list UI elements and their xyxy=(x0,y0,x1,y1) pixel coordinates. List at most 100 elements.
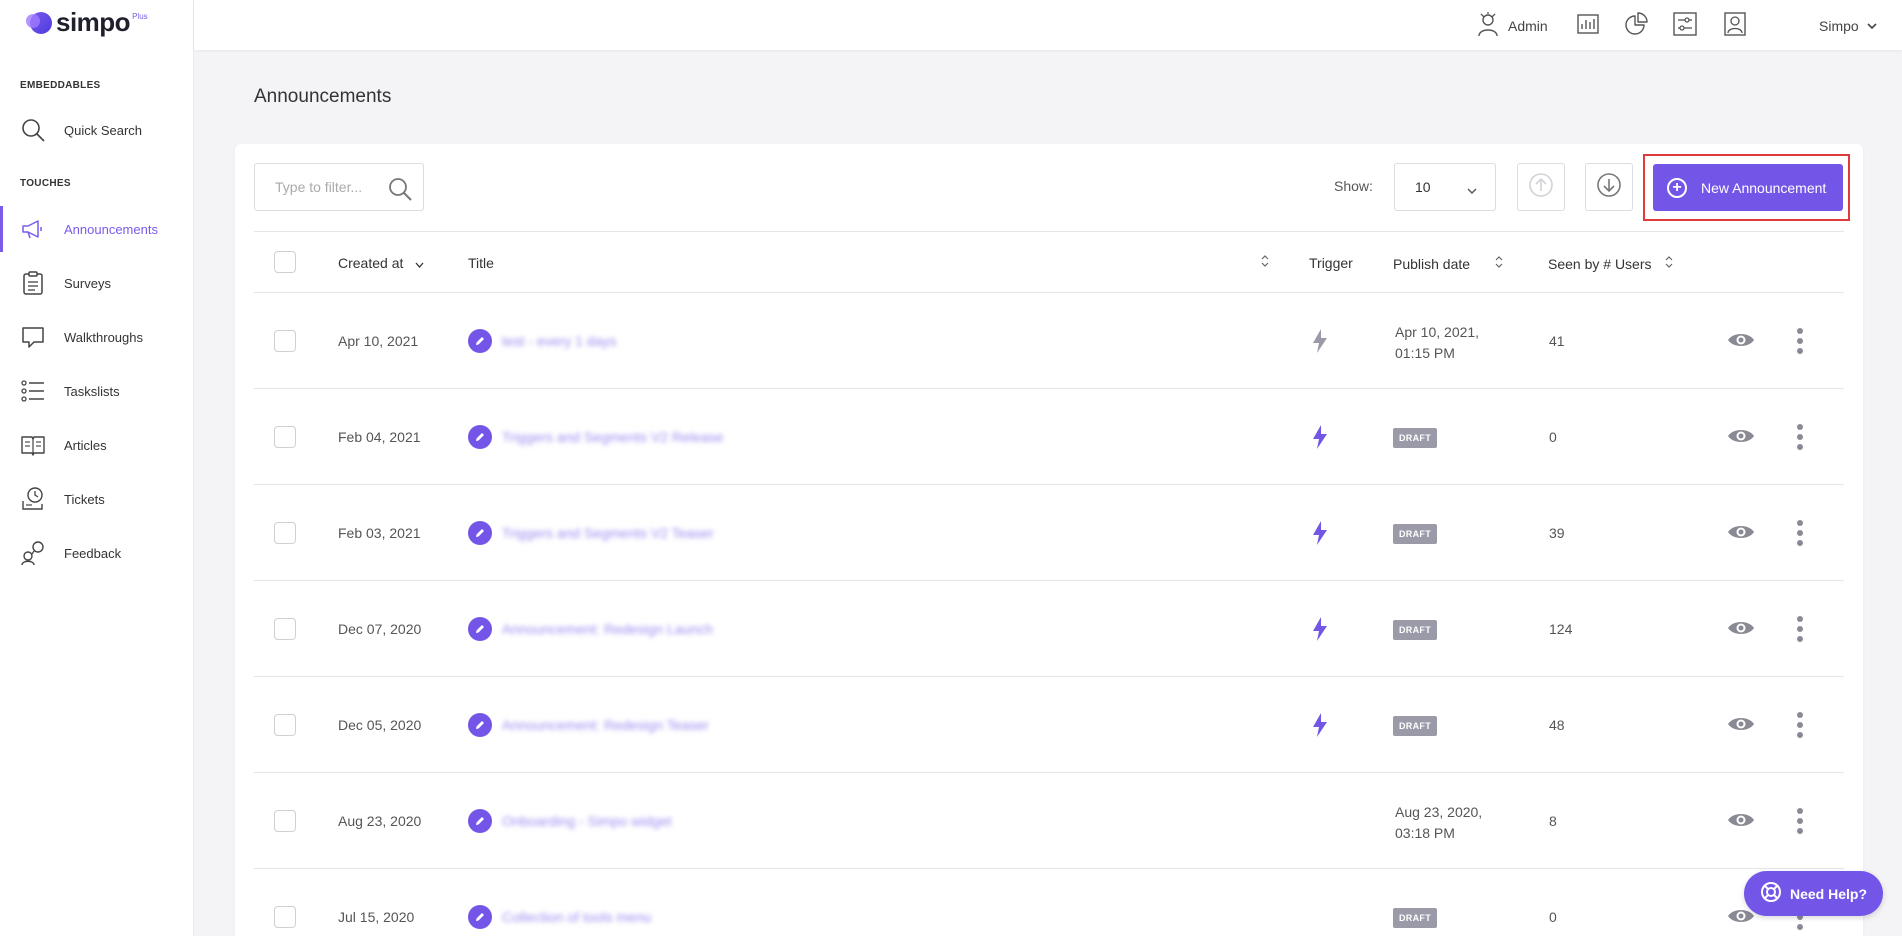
download-button[interactable] xyxy=(1585,163,1633,211)
table-row[interactable]: Aug 23, 2020 Onboarding - Simpo widget Aug… xyxy=(254,773,1844,869)
sidebar-item-announcements[interactable]: Announcements xyxy=(0,206,194,252)
eye-icon[interactable] xyxy=(1727,522,1755,547)
simpo-logo[interactable]: simpo Plus xyxy=(26,7,148,42)
row-checkbox[interactable] xyxy=(274,618,296,640)
table-row[interactable]: Dec 05, 2020 Announcement: Redesign Tease… xyxy=(254,677,1844,773)
sidebar-item-label: Announcements xyxy=(64,221,158,237)
profile-button[interactable] xyxy=(1723,11,1747,40)
eye-icon[interactable] xyxy=(1727,714,1755,739)
search-icon xyxy=(20,117,46,143)
announcement-title-link[interactable]: Triggers and Segments V2 Release xyxy=(502,429,723,445)
draft-badge: DRAFT xyxy=(1393,716,1437,736)
title-cell[interactable]: Onboarding - Simpo widget xyxy=(468,809,672,833)
edit-icon[interactable] xyxy=(468,713,492,737)
filter-box[interactable] xyxy=(254,163,424,211)
page-size-select[interactable]: 10 xyxy=(1394,163,1496,211)
edit-icon[interactable] xyxy=(468,425,492,449)
title-cell[interactable]: Collection of tools menu xyxy=(468,905,651,929)
announcement-title-link[interactable]: test - every 1 days xyxy=(502,333,616,349)
announcement-title-link[interactable]: Announcement: Redesign Teaser xyxy=(502,717,709,733)
column-created-at[interactable]: Created at xyxy=(338,255,424,271)
created-at-cell: Jul 15, 2020 xyxy=(338,909,415,925)
logo-text: simpo xyxy=(56,7,131,37)
analytics-icon xyxy=(1576,12,1600,41)
eye-icon[interactable] xyxy=(1727,426,1755,451)
page-size-value: 10 xyxy=(1415,179,1431,195)
edit-icon[interactable] xyxy=(468,329,492,353)
select-all-checkbox[interactable] xyxy=(274,251,296,273)
arrow-up-circle-icon xyxy=(1528,172,1554,203)
draft-badge: DRAFT xyxy=(1393,620,1437,640)
seen-count-cell: 48 xyxy=(1549,717,1565,733)
list-icon xyxy=(20,378,46,404)
admin-menu[interactable]: Admin xyxy=(1476,11,1548,40)
filter-input[interactable] xyxy=(275,179,385,195)
title-cell[interactable]: Triggers and Segments V2 Release xyxy=(468,425,723,449)
column-seen-by[interactable]: Seen by # Users xyxy=(1548,255,1674,272)
announcement-title-link[interactable]: Collection of tools menu xyxy=(502,909,651,925)
more-options-icon[interactable] xyxy=(1797,328,1803,354)
new-announcement-label: New Announcement xyxy=(1701,179,1827,196)
sidebar-item-taskslists[interactable]: Taskslists xyxy=(0,368,194,414)
analytics-button[interactable] xyxy=(1576,12,1600,40)
more-options-icon[interactable] xyxy=(1797,808,1803,834)
seen-count-cell: 0 xyxy=(1549,429,1557,445)
table-row[interactable]: Dec 07, 2020 Announcement: Redesign Launc… xyxy=(254,581,1844,677)
row-checkbox[interactable] xyxy=(274,906,296,928)
reports-button[interactable] xyxy=(1624,11,1648,40)
column-title[interactable]: Title xyxy=(468,255,494,271)
sidebar-item-surveys[interactable]: Surveys xyxy=(0,260,194,306)
sidebar-item-articles[interactable]: Articles xyxy=(0,422,194,468)
sidebar-item-walkthroughs[interactable]: Walkthroughs xyxy=(0,314,194,360)
page-title: Announcements xyxy=(254,86,392,107)
upload-button[interactable] xyxy=(1517,163,1565,211)
more-options-icon[interactable] xyxy=(1797,712,1803,738)
table-row[interactable]: Jul 15, 2020 Collection of tools menu DRAF… xyxy=(254,869,1844,936)
sidebar-item-label: Taskslists xyxy=(64,383,120,399)
settings-button[interactable] xyxy=(1672,11,1698,40)
draft-badge: DRAFT xyxy=(1393,908,1437,928)
announcement-title-link[interactable]: Triggers and Segments V2 Teaser xyxy=(502,525,714,541)
chevron-down-icon xyxy=(1867,17,1877,35)
row-checkbox[interactable] xyxy=(274,330,296,352)
sidebar-item-quick-search[interactable]: Quick Search xyxy=(0,107,194,153)
row-checkbox[interactable] xyxy=(274,810,296,832)
announcement-title-link[interactable]: Announcement: Redesign Launch xyxy=(502,621,713,637)
table-row[interactable]: Apr 10, 2021 test - every 1 days Apr 10, 2… xyxy=(254,293,1844,389)
new-announcement-button[interactable]: + New Announcement xyxy=(1653,164,1843,211)
edit-icon[interactable] xyxy=(468,905,492,929)
more-options-icon[interactable] xyxy=(1797,424,1803,450)
eye-icon[interactable] xyxy=(1727,330,1755,355)
plus-circle-icon: + xyxy=(1667,177,1687,198)
eye-icon[interactable] xyxy=(1727,618,1755,643)
user-menu[interactable]: Simpo xyxy=(1819,12,1877,40)
search-icon[interactable] xyxy=(387,176,413,207)
lightning-icon xyxy=(1311,328,1329,357)
title-cell[interactable]: Announcement: Redesign Launch xyxy=(468,617,713,641)
edit-icon[interactable] xyxy=(468,809,492,833)
sidebar-item-feedback[interactable]: Feedback xyxy=(0,530,194,576)
book-icon xyxy=(20,432,46,458)
announcement-title-link[interactable]: Onboarding - Simpo widget xyxy=(502,813,672,829)
column-publish-date[interactable]: Publish date xyxy=(1393,255,1504,272)
edit-icon[interactable] xyxy=(468,617,492,641)
more-options-icon[interactable] xyxy=(1797,616,1803,642)
table-row[interactable]: Feb 03, 2021 Triggers and Segments V2 Tea… xyxy=(254,485,1844,581)
row-checkbox[interactable] xyxy=(274,426,296,448)
eye-icon[interactable] xyxy=(1727,810,1755,835)
title-sort-icon[interactable] xyxy=(1260,254,1270,268)
row-checkbox[interactable] xyxy=(274,714,296,736)
created-at-cell: Feb 03, 2021 xyxy=(338,525,421,541)
title-cell[interactable]: Triggers and Segments V2 Teaser xyxy=(468,521,714,545)
table-row[interactable]: Feb 04, 2021 Triggers and Segments V2 Rel… xyxy=(254,389,1844,485)
edit-icon[interactable] xyxy=(468,521,492,545)
more-options-icon[interactable] xyxy=(1797,520,1803,546)
created-at-cell: Apr 10, 2021 xyxy=(338,333,419,349)
sidebar-item-tickets[interactable]: Tickets xyxy=(0,476,194,522)
need-help-button[interactable]: Need Help? xyxy=(1744,871,1883,916)
title-cell[interactable]: test - every 1 days xyxy=(468,329,616,353)
row-checkbox[interactable] xyxy=(274,522,296,544)
title-cell[interactable]: Announcement: Redesign Teaser xyxy=(468,713,709,737)
sidebar: simpo Plus EMBEDDABLES Quick Search TOUC… xyxy=(0,0,194,936)
created-at-cell: Feb 04, 2021 xyxy=(338,429,421,445)
